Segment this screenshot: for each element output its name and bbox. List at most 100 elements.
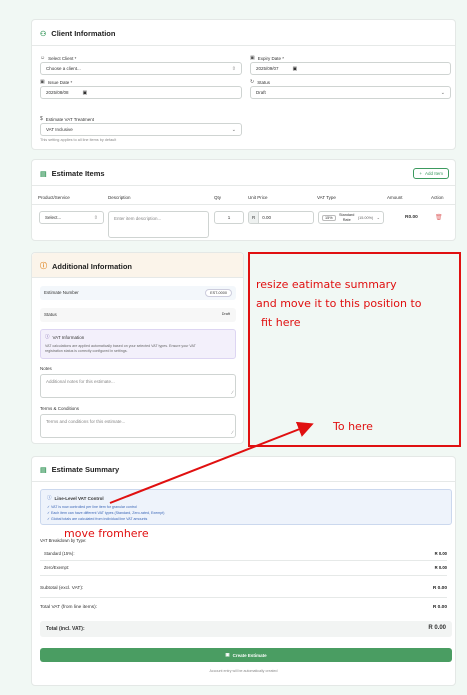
description-textarea[interactable]: Enter item description... [108, 211, 209, 238]
save-icon: ▣ [225, 652, 230, 657]
divider [40, 597, 447, 598]
calendar-icon[interactable]: ▣ [293, 66, 298, 72]
additional-information-header: ⓘ Additional Information [40, 261, 132, 271]
estimate-number-badge: EST-0000 [205, 289, 232, 297]
divider [40, 560, 447, 561]
estimate-items-header: ▤ Estimate Items [40, 169, 105, 178]
vat-info-text-1: VAT calculations are applied automatical… [45, 344, 196, 348]
calendar-icon: ▣ [40, 79, 45, 85]
estimate-number-row: Estimate Number EST-0000 [40, 286, 236, 300]
chevron-updown-icon: ⇳ [93, 214, 98, 221]
column-header-action: Action [431, 195, 444, 200]
vat-type-text: Standard Rate [339, 213, 355, 222]
vat-type-dropdown[interactable]: 15% Standard Rate (15.00%) ⌄ [318, 211, 384, 224]
line-vat-heading: ⓘ Line-Level VAT Control [47, 495, 104, 501]
annotation-move-from: move fromhere [64, 527, 149, 540]
column-header-description: Description [108, 195, 131, 200]
standard-vat-label: Standard (15%): [44, 551, 75, 556]
info-icon: ⓘ [40, 263, 47, 270]
vat-information-box: ⓘ VAT Information VAT calculations are a… [40, 329, 236, 359]
total-vat-value: R 0.00 [432, 605, 447, 610]
resize-handle-icon[interactable]: ∕ [232, 390, 233, 396]
annotation-to-here: To here [333, 420, 373, 433]
column-header-product: Product/Service [38, 195, 70, 200]
qty-input[interactable]: 1 [214, 211, 244, 224]
divider [32, 204, 455, 205]
add-item-button[interactable]: + Add Item [413, 168, 449, 179]
total-row: Total (incl. VAT): R 0.00 [40, 621, 452, 637]
estimate-items-title: Estimate Items [51, 169, 105, 178]
status-row: Status Draft [40, 308, 236, 322]
additional-information-card: ⓘ Additional Information Estimate Number… [31, 252, 244, 444]
create-estimate-button[interactable]: ▣ Create Estimate [40, 648, 452, 662]
trash-icon[interactable]: 🗑 [435, 214, 443, 221]
chevron-down-icon: ⌄ [376, 215, 380, 220]
divider [32, 45, 455, 46]
annotation-instruction-1: resize eatimate summary [256, 278, 397, 291]
vat-treatment-label: $ Estimate VAT Treatment [40, 116, 95, 122]
client-information-header: ⚇ Client Information [40, 29, 115, 38]
total-value: R 0.00 [428, 625, 446, 631]
resize-handle-icon[interactable]: ∕ [232, 430, 233, 436]
select-client-label: ☺ Select Client * [40, 55, 77, 61]
status-label: Status [44, 312, 57, 317]
additional-information-title: Additional Information [52, 261, 132, 271]
chevron-down-icon: ⌄ [440, 89, 445, 96]
line-vat-point-1: ✓ VAT is now controlled per line item fo… [47, 505, 137, 509]
plus-icon: + [419, 171, 422, 176]
info-icon: ⓘ [45, 334, 50, 339]
chevron-down-icon: ⌄ [231, 126, 236, 133]
notes-textarea[interactable]: Additional notes for this estimate... ∕ [40, 374, 236, 398]
vat-badge: 15% [322, 214, 336, 221]
issue-date-input[interactable]: 2025/08/08 ▣ [40, 86, 242, 99]
receipt-icon: ▤ [40, 466, 47, 474]
terms-textarea[interactable]: Terms and conditions for this estimate..… [40, 414, 236, 438]
line-amount: R0.00 [405, 215, 418, 220]
unit-price-input[interactable]: R 0.00 [248, 211, 314, 224]
divider [32, 185, 455, 186]
list-icon: ▤ [40, 170, 47, 178]
product-dropdown[interactable]: Select... ⇳ [39, 211, 104, 224]
user-icon: ☺ [40, 55, 46, 61]
user-icon: ⚇ [40, 30, 47, 38]
select-client-dropdown[interactable]: Choose a client... ⇳ [40, 62, 242, 75]
line-vat-point-2: ✓ Each item can have different VAT types… [47, 511, 165, 515]
client-information-card: ⚇ Client Information ☺ Select Client * C… [31, 19, 456, 150]
estimate-summary-card: ▤ Estimate Summary ⓘ Line-Level VAT Cont… [31, 456, 456, 686]
divider [40, 575, 447, 576]
vat-treatment-hint: This setting applies to all line items b… [40, 138, 117, 142]
terms-label: Terms & Conditions [40, 406, 80, 411]
vat-info-text-2: registration status is correctly configu… [45, 349, 128, 353]
standard-vat-value: R 0.00 [434, 551, 447, 556]
divider [32, 481, 455, 482]
zero-exempt-value: R 0.00 [434, 565, 447, 570]
chevron-updown-icon: ⇳ [231, 65, 236, 72]
line-vat-point-3: ✓ Global totals are calculated from indi… [47, 517, 148, 521]
estimate-summary-header: ▤ Estimate Summary [40, 465, 119, 474]
expiry-date-label: ▣ Expiry Date * [250, 55, 284, 61]
calendar-icon[interactable]: ▣ [83, 90, 88, 96]
notes-label: Notes [40, 366, 52, 371]
subtotal-label: Subtotal (excl. VAT): [40, 586, 84, 591]
total-vat-label: Total VAT (from line items): [40, 605, 98, 610]
refresh-icon: ↻ [250, 79, 255, 85]
estimate-summary-title: Estimate Summary [51, 465, 120, 474]
estimate-items-card: ▤ Estimate Items + Add Item Product/Serv… [31, 159, 456, 241]
zero-exempt-label: Zero/Exempt: [44, 565, 70, 570]
annotation-instruction-3: fit here [261, 316, 301, 329]
column-header-unit-price: Unit Price [248, 195, 268, 200]
column-header-qty: Qty [214, 195, 222, 200]
line-level-vat-box: ⓘ Line-Level VAT Control ✓ VAT is now co… [40, 489, 452, 525]
info-icon: ⓘ [47, 495, 52, 500]
footer-note: Account entry will be automatically crea… [209, 669, 278, 673]
vat-treatment-dropdown[interactable]: VAT Inclusive ⌄ [40, 123, 242, 136]
issue-date-label: ▣ Issue Date * [40, 79, 73, 85]
client-information-title: Client Information [51, 29, 116, 38]
expiry-date-input[interactable]: 2025/09/07 ▣ [250, 62, 451, 75]
annotation-instruction-2: and move it to this position to [256, 297, 422, 310]
subtotal-value: R 0.00 [432, 586, 447, 591]
status-dropdown[interactable]: Draft ⌄ [250, 86, 451, 99]
status-value: Draft [221, 312, 230, 316]
total-label: Total (incl. VAT): [46, 626, 85, 632]
divider [32, 277, 243, 278]
